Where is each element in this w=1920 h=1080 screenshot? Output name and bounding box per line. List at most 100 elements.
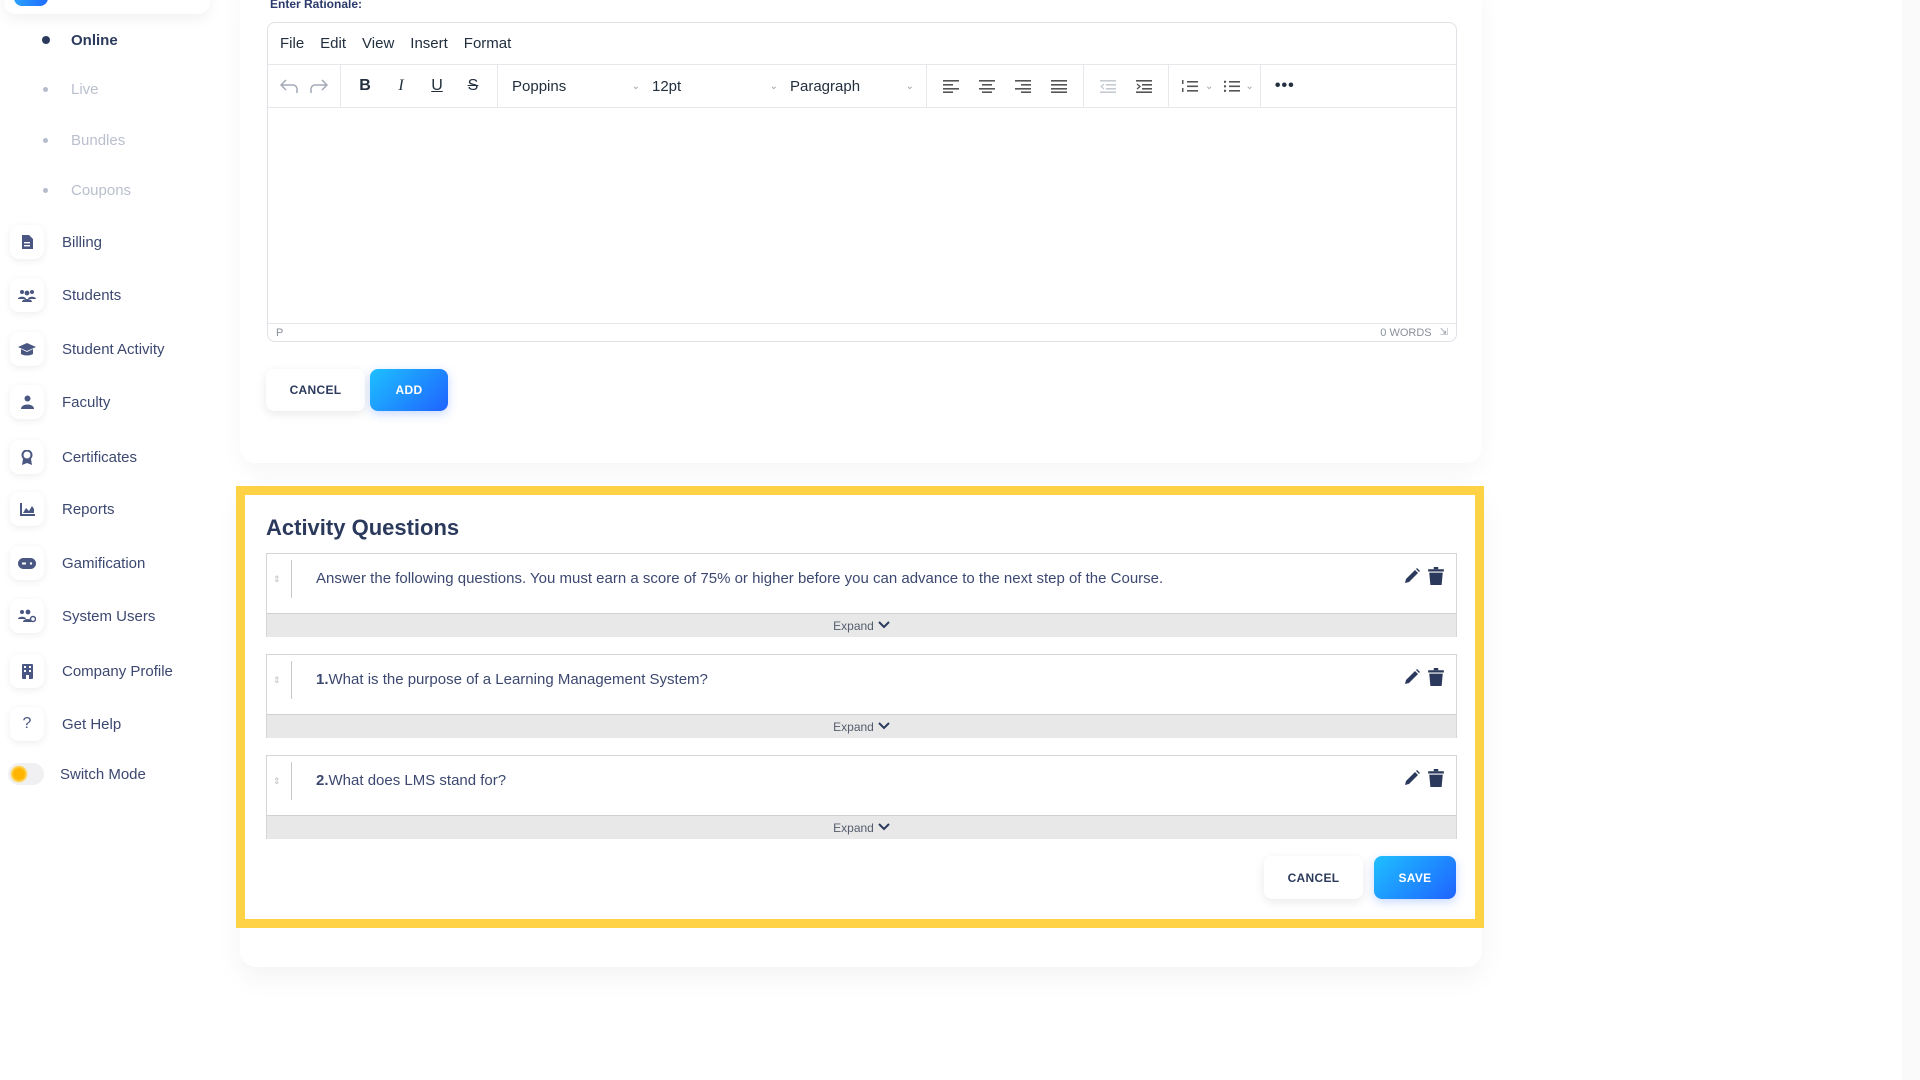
expand-label: Expand (833, 618, 874, 633)
sidebar-item-student-activity[interactable]: Student Activity (10, 331, 165, 367)
sidebar-item-billing[interactable]: Billing (10, 224, 102, 260)
page-edge (1902, 0, 1920, 1080)
file-invoice-icon (10, 225, 44, 259)
chevron-down-icon: ⌄ (631, 80, 640, 92)
question-row: ⇕ 2.What does LMS stand for? Expand (266, 755, 1457, 839)
menu-view[interactable]: View (362, 35, 394, 52)
align-group (927, 65, 1084, 107)
pencil-icon[interactable] (1404, 769, 1420, 787)
menu-format[interactable]: Format (464, 35, 512, 52)
sidebar-item-company-profile[interactable]: Company Profile (10, 653, 173, 689)
sidebar-item-label: Billing (62, 233, 103, 251)
sidebar-item-faculty[interactable]: Faculty (10, 384, 110, 420)
rationale-input[interactable] (268, 108, 1456, 325)
sidebar-item-system-users[interactable]: System Users (10, 598, 155, 634)
trash-icon[interactable] (1428, 769, 1444, 787)
align-right-icon[interactable] (1005, 70, 1041, 102)
font-size-value: 12pt (652, 77, 682, 95)
align-center-icon[interactable] (969, 70, 1005, 102)
bullet-list-dropdown-icon[interactable]: ⌄ (1245, 81, 1253, 92)
menu-edit[interactable]: Edit (320, 35, 346, 52)
chevron-down-icon: ⌄ (769, 80, 778, 92)
menu-insert[interactable]: Insert (410, 35, 448, 52)
rationale-add-button[interactable]: ADD (370, 369, 448, 411)
word-count[interactable]: 0 WORDS (1380, 327, 1431, 339)
sidebar-courses-item[interactable] (4, 0, 210, 14)
sun-icon (10, 765, 28, 783)
trash-icon[interactable] (1428, 567, 1444, 585)
users-cog-icon (10, 599, 44, 633)
font-size-select[interactable]: 12pt ⌄ (646, 70, 784, 102)
sidebar-item-get-help[interactable]: ? Get Help (10, 706, 121, 742)
gamepad-icon (10, 546, 44, 580)
sidebar-item-label: Get Help (62, 715, 122, 733)
question-number: 2. (316, 772, 329, 789)
bullet-icon (43, 86, 48, 92)
sidebar-subitem-label: Bundles (71, 131, 126, 149)
underline-icon[interactable]: U (419, 70, 455, 102)
menu-file[interactable]: File (280, 35, 304, 52)
page: Online Live Bundles Coupons Billing Stud… (0, 0, 1920, 1080)
expand-toggle[interactable]: Expand (267, 815, 1456, 839)
rationale-editor: File Edit View Insert Format B I U S Pop… (267, 22, 1457, 342)
drag-handle-icon[interactable]: ⇕ (273, 675, 281, 686)
bold-icon[interactable]: B (347, 70, 383, 102)
chevron-down-icon: ⌄ (905, 80, 914, 92)
sidebar-item-reports[interactable]: Reports (10, 491, 115, 527)
font-family-select[interactable]: Poppins ⌄ (506, 70, 646, 102)
drag-handle-icon[interactable]: ⇕ (273, 574, 281, 585)
editor-toolbar: B I U S Poppins ⌄ 12pt ⌄ Paragraph ⌄ ⌄ ⌄… (268, 65, 1456, 108)
sidebar-item-gamification[interactable]: Gamification (10, 545, 145, 581)
switch-track[interactable] (8, 763, 44, 785)
pencil-icon[interactable] (1404, 567, 1420, 585)
font-family-value: Poppins (512, 77, 567, 95)
block-format-select[interactable]: Paragraph ⌄ (784, 70, 920, 102)
questions-cancel-button[interactable]: CANCEL (1264, 856, 1363, 899)
award-icon (10, 440, 44, 474)
questions-save-button[interactable]: SAVE (1374, 856, 1456, 899)
sidebar-item-label: Faculty (62, 393, 111, 411)
align-justify-icon[interactable] (1041, 70, 1077, 102)
numbered-list-icon[interactable] (1175, 70, 1205, 102)
strikethrough-icon[interactable]: S (455, 70, 491, 102)
align-left-icon[interactable] (933, 70, 969, 102)
editor-menubar: File Edit View Insert Format (268, 23, 1456, 65)
bullet-list-icon[interactable] (1219, 70, 1245, 102)
sidebar-item-students[interactable]: Students (10, 277, 121, 313)
drag-handle-icon[interactable]: ⇕ (273, 776, 281, 787)
sidebar-subitem-label: Live (71, 80, 99, 98)
chevron-down-icon (878, 822, 890, 834)
expand-label: Expand (833, 719, 874, 734)
pencil-icon[interactable] (1404, 668, 1420, 686)
bullet-icon (42, 36, 50, 44)
switch-mode-toggle[interactable]: Switch Mode (8, 756, 146, 792)
sidebar-subitem-label: Coupons (71, 181, 132, 199)
sidebar-item-label: Students (62, 286, 122, 304)
rationale-cancel-button[interactable]: CANCEL (266, 369, 365, 411)
sidebar: Online Live Bundles Coupons Billing Stud… (0, 0, 220, 1080)
element-path[interactable]: P (276, 327, 283, 339)
graduation-cap-icon (10, 332, 44, 366)
redo-icon[interactable] (304, 70, 334, 102)
user-tie-icon (10, 385, 44, 419)
trash-icon[interactable] (1428, 668, 1444, 686)
sidebar-item-label: System Users (62, 607, 156, 625)
resize-handle-icon[interactable]: ⇲ (1440, 327, 1448, 338)
indent-icon[interactable] (1126, 70, 1162, 102)
undo-icon[interactable] (274, 70, 304, 102)
numbered-list-dropdown-icon[interactable]: ⌄ (1205, 81, 1213, 92)
italic-icon[interactable]: I (383, 70, 419, 102)
question-body: What is the purpose of a Learning Manage… (328, 671, 708, 688)
more-icon[interactable]: ••• (1267, 70, 1303, 102)
history-group (268, 65, 341, 107)
select-group: Poppins ⌄ 12pt ⌄ Paragraph ⌄ (498, 65, 927, 107)
sidebar-subitem-label: Online (71, 31, 118, 49)
bullet-icon (43, 187, 48, 193)
question-text: 2.What does LMS stand for? (316, 772, 506, 789)
expand-toggle[interactable]: Expand (267, 714, 1456, 738)
sidebar-item-certificates[interactable]: Certificates (10, 439, 137, 475)
expand-toggle[interactable]: Expand (267, 613, 1456, 637)
sidebar-item-label: Reports (62, 500, 115, 518)
chevron-down-icon (878, 721, 890, 733)
outdent-icon[interactable] (1090, 70, 1126, 102)
